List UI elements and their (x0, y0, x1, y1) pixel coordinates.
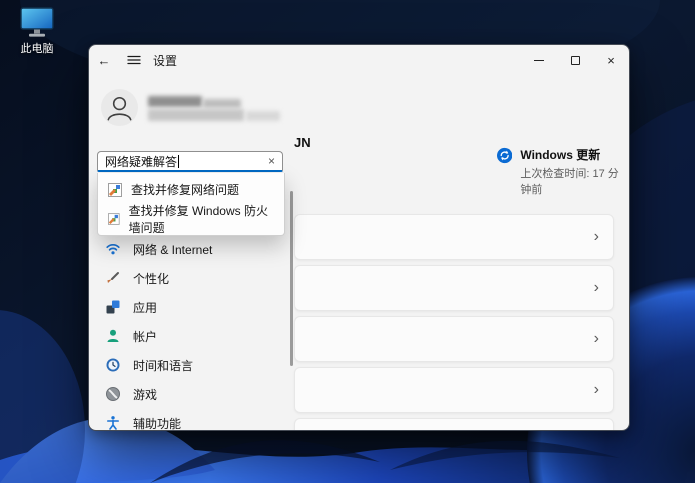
sidebar-scrollbar[interactable] (290, 191, 293, 366)
sidebar-item-apps[interactable]: 应用 (89, 293, 289, 321)
chevron-right-icon: › (594, 382, 599, 398)
suggestion-label: 查找并修复网络问题 (131, 181, 239, 198)
sidebar-item-accounts[interactable]: 帐户 (89, 322, 289, 350)
sidebar-item-label: 个性化 (133, 270, 169, 287)
maximize-icon (571, 56, 580, 65)
wifi-icon (105, 241, 121, 257)
sidebar-item-personalization[interactable]: 个性化 (89, 264, 289, 292)
window-title: 设置 (153, 52, 177, 69)
settings-card[interactable]: › (294, 265, 614, 311)
sidebar-item-label: 辅助功能 (133, 415, 181, 432)
sidebar-item-gaming[interactable]: 游戏 (89, 380, 289, 408)
window-controls: × (521, 45, 629, 75)
hamburger-icon (126, 52, 142, 68)
search-value: 网络疑难解答 (105, 153, 177, 170)
sidebar-item-time-language[interactable]: 时间和语言 (89, 351, 289, 379)
settings-window: ← 设置 × 网络疑难解答 × (88, 44, 630, 431)
desktop-icon-label: 此电脑 (6, 40, 68, 56)
sidebar-item-network[interactable]: 网络 & Internet (89, 235, 289, 263)
minimize-button[interactable] (521, 45, 557, 75)
search-input[interactable]: 网络疑难解答 × (97, 151, 283, 172)
close-button[interactable]: × (593, 45, 629, 75)
person-icon (105, 328, 121, 344)
chevron-right-icon: › (594, 331, 599, 347)
sidebar-item-label: 网络 & Internet (133, 241, 212, 258)
maximize-button[interactable] (557, 45, 593, 75)
user-email-redacted (148, 109, 244, 121)
sync-icon (497, 147, 512, 164)
windows-update-status[interactable]: Windows 更新 上次检查时间: 17 分钟前 (497, 146, 629, 197)
accessibility-icon (105, 415, 121, 431)
suggestion-fix-network[interactable]: 查找并修复网络问题 (98, 175, 284, 204)
back-button[interactable]: ← (89, 45, 119, 75)
sidebar-item-label: 应用 (133, 299, 157, 316)
search-suggestions-dropdown: 查找并修复网络问题 查找并修复 Windows 防火墙问题 (97, 173, 285, 236)
user-name-redacted (148, 96, 202, 107)
settings-sidebar: 网络 & Internet 个性化 应用 帐户 (89, 235, 289, 431)
sidebar-item-label: 帐户 (133, 328, 157, 345)
settings-card[interactable]: › (294, 316, 614, 362)
minimize-icon (534, 60, 544, 61)
settings-card-partial[interactable] (294, 418, 614, 431)
gamepad-icon (105, 386, 121, 402)
suggestion-fix-firewall[interactable]: 查找并修复 Windows 防火墙问题 (98, 204, 284, 233)
chevron-right-icon: › (594, 229, 599, 245)
troubleshoot-icon (108, 183, 122, 197)
search-clear-icon[interactable]: × (268, 154, 275, 168)
sidebar-item-label: 时间和语言 (133, 357, 193, 374)
avatar[interactable] (101, 89, 138, 126)
settings-cards: › › › › (294, 214, 614, 431)
chevron-right-icon: › (594, 280, 599, 296)
titlebar: ← 设置 × (89, 45, 629, 75)
user-email-redacted (246, 111, 280, 121)
clock-icon (105, 357, 121, 373)
monitor-icon (20, 7, 54, 38)
device-name-heading: JN (294, 135, 311, 150)
sidebar-item-accessibility[interactable]: 辅助功能 (89, 409, 289, 431)
apps-icon (105, 299, 121, 315)
troubleshoot-icon (108, 212, 120, 226)
user-name-redacted (203, 99, 241, 108)
text-caret (178, 155, 179, 168)
update-title: Windows 更新 (520, 146, 629, 163)
user-icon (101, 89, 138, 127)
desktop-icon-this-pc[interactable]: 此电脑 (6, 7, 68, 56)
settings-card[interactable]: › (294, 367, 614, 413)
hamburger-menu-button[interactable] (119, 45, 149, 75)
suggestion-label: 查找并修复 Windows 防火墙问题 (129, 202, 274, 236)
settings-card[interactable]: › (294, 214, 614, 260)
brush-icon (105, 270, 121, 286)
sidebar-item-label: 游戏 (133, 386, 157, 403)
update-last-checked: 上次检查时间: 17 分钟前 (520, 165, 629, 197)
